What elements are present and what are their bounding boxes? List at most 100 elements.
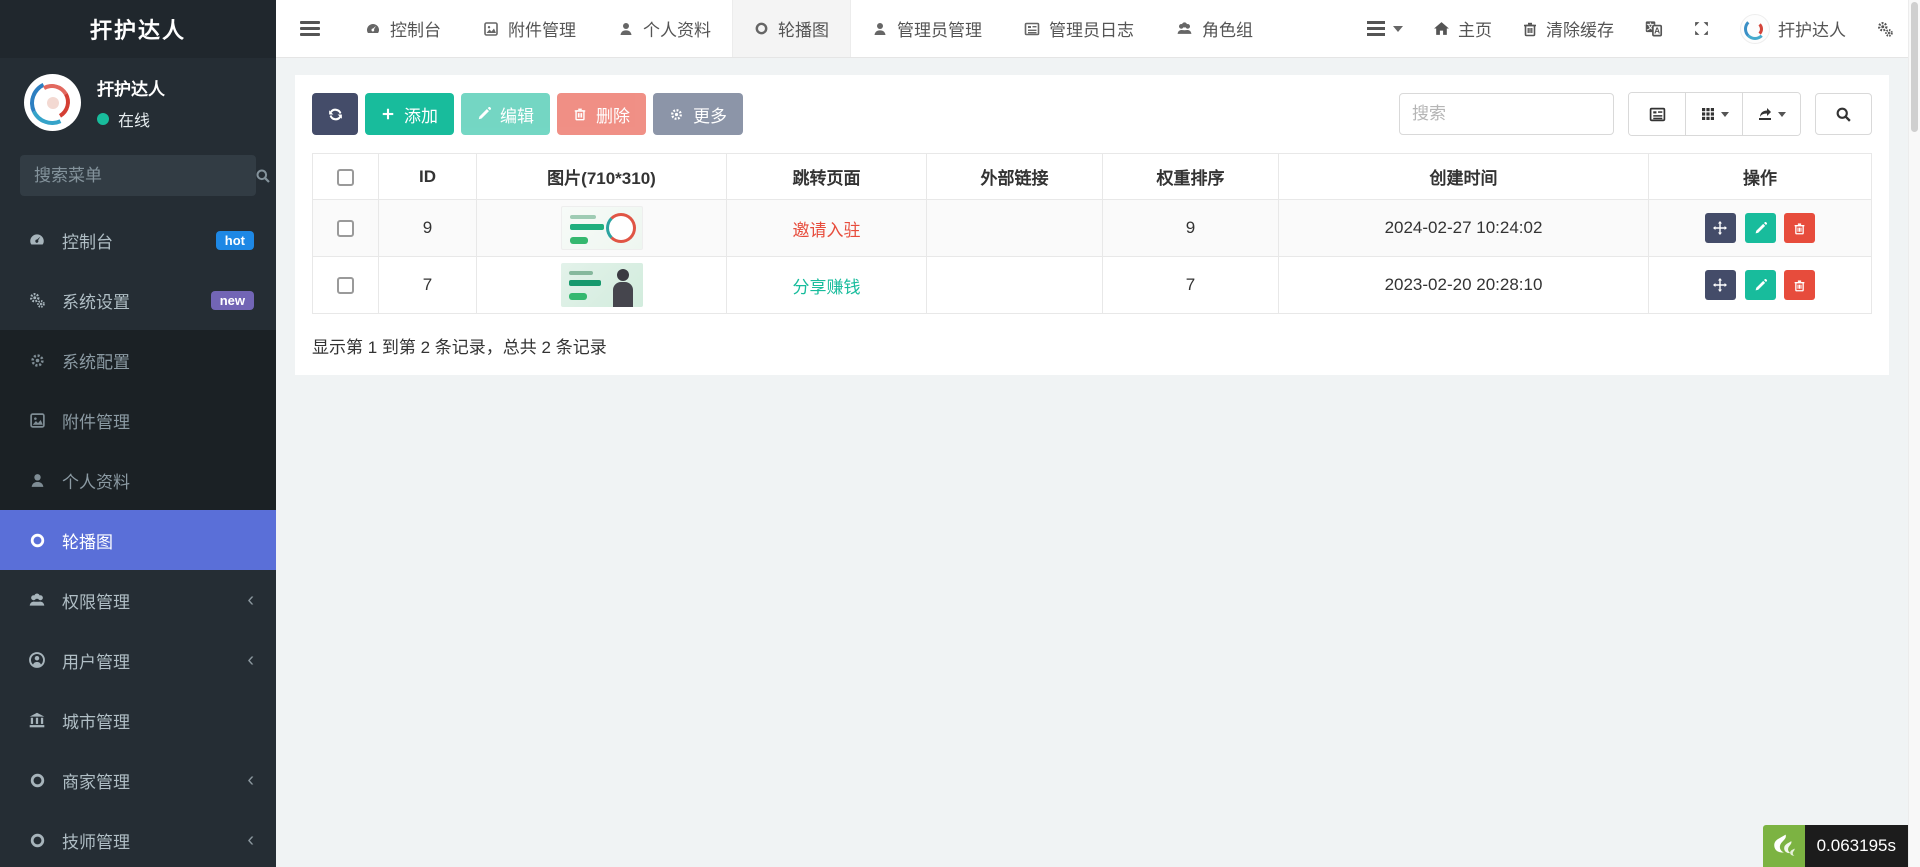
sidebar: 扞护达人 扞护达人 在线 控制台 hot 系统设置 new 系统配置 附件管理 bbox=[0, 0, 276, 867]
sidebar-item-profile[interactable]: 个人资料 bbox=[0, 450, 276, 510]
col-id: ID bbox=[379, 154, 477, 200]
chevron-left-icon: ‹ bbox=[247, 770, 254, 790]
more-button[interactable]: 更多 bbox=[653, 93, 743, 135]
row-checkbox[interactable] bbox=[337, 277, 354, 294]
caret-down-icon bbox=[1778, 112, 1786, 117]
circle-icon bbox=[22, 832, 52, 849]
search-submit-button[interactable] bbox=[1815, 93, 1872, 135]
home-link[interactable]: 主页 bbox=[1433, 16, 1492, 41]
move-icon bbox=[1713, 278, 1727, 292]
row-delete-button[interactable] bbox=[1784, 213, 1815, 243]
delete-button[interactable]: 删除 bbox=[557, 93, 646, 135]
sidebar-item-system-settings[interactable]: 系统设置 new bbox=[0, 270, 276, 330]
users-icon bbox=[22, 591, 52, 609]
scrollbar-thumb[interactable] bbox=[1911, 2, 1918, 132]
add-button[interactable]: 添加 bbox=[365, 93, 454, 135]
pencil-icon bbox=[1754, 222, 1767, 235]
sidebar-item-city-management[interactable]: 城市管理 bbox=[0, 690, 276, 750]
banner-thumbnail[interactable] bbox=[561, 206, 643, 250]
debug-bar: 0.063195s bbox=[1763, 825, 1908, 867]
menu-search bbox=[20, 155, 256, 196]
clear-cache-button[interactable]: 清除缓存 bbox=[1522, 16, 1614, 41]
sidebar-item-label: 系统配置 bbox=[62, 348, 130, 373]
sidebar-toggle-button[interactable] bbox=[276, 0, 344, 57]
sidebar-item-merchant-management[interactable]: 商家管理 ‹ bbox=[0, 750, 276, 810]
carousel-panel: 添加 编辑 删除 更多 ID 图片(710*310) bbox=[295, 75, 1889, 375]
sidebar-item-label: 系统设置 bbox=[62, 288, 130, 313]
account-name: 扞护达人 bbox=[1778, 16, 1846, 41]
sidebar-item-attachments[interactable]: 附件管理 bbox=[0, 390, 276, 450]
edit-button[interactable]: 编辑 bbox=[461, 93, 550, 135]
tab-attachments[interactable]: 附件管理 bbox=[462, 0, 597, 57]
circle-icon bbox=[754, 21, 769, 36]
gear-icon bbox=[22, 352, 52, 369]
avatar[interactable] bbox=[24, 74, 81, 131]
language-switch-button[interactable] bbox=[1644, 19, 1663, 38]
file-image-icon bbox=[22, 412, 52, 429]
list-view-icon bbox=[1649, 106, 1666, 123]
cell-weight: 7 bbox=[1103, 257, 1279, 314]
fullscreen-button[interactable] bbox=[1693, 20, 1710, 37]
sidebar-item-permissions[interactable]: 权限管理 ‹ bbox=[0, 570, 276, 630]
settings-button[interactable] bbox=[1876, 20, 1894, 38]
row-edit-button[interactable] bbox=[1745, 213, 1776, 243]
tab-admin-log[interactable]: 管理员日志 bbox=[1003, 0, 1155, 57]
row-edit-button[interactable] bbox=[1745, 270, 1776, 300]
sidebar-item-label: 技师管理 bbox=[62, 828, 130, 853]
sidebar-item-label: 用户管理 bbox=[62, 648, 130, 673]
top-nav: 控制台 附件管理 个人资料 轮播图 管理员管理 管理员日志 角色组 主页 清除缓… bbox=[276, 0, 1920, 58]
circle-icon bbox=[22, 532, 52, 549]
columns-button[interactable] bbox=[1686, 93, 1743, 135]
carousel-table: ID 图片(710*310) 跳转页面 外部链接 权重排序 创建时间 操作 9 … bbox=[312, 153, 1872, 314]
row-delete-button[interactable] bbox=[1784, 270, 1815, 300]
caret-down-icon bbox=[1393, 26, 1403, 32]
col-weight: 权重排序 bbox=[1103, 154, 1279, 200]
users-icon bbox=[1176, 20, 1193, 37]
tab-dashboard[interactable]: 控制台 bbox=[344, 0, 462, 57]
sidebar-item-dashboard[interactable]: 控制台 hot bbox=[0, 210, 276, 270]
jump-page-link[interactable]: 分享赚钱 bbox=[793, 278, 861, 297]
trash-icon bbox=[1522, 21, 1538, 37]
online-dot-icon bbox=[97, 113, 109, 125]
sidebar-item-label: 权限管理 bbox=[62, 588, 130, 613]
pagination-summary: 显示第 1 到第 2 条记录，总共 2 条记录 bbox=[312, 333, 1872, 358]
table-search-input[interactable] bbox=[1399, 93, 1614, 135]
user-icon bbox=[872, 21, 888, 37]
page-scrollbar[interactable] bbox=[1908, 0, 1920, 867]
new-badge: new bbox=[211, 291, 254, 310]
user-icon bbox=[22, 472, 52, 489]
banner-thumbnail[interactable] bbox=[561, 263, 643, 307]
content-area: 添加 编辑 删除 更多 ID 图片(710*310) bbox=[276, 58, 1908, 867]
list-icon bbox=[1024, 21, 1040, 37]
tab-profile[interactable]: 个人资料 bbox=[597, 0, 732, 57]
select-all-checkbox[interactable] bbox=[337, 169, 354, 186]
table-header-row: ID 图片(710*310) 跳转页面 外部链接 权重排序 创建时间 操作 bbox=[313, 154, 1872, 200]
sidebar-item-label: 城市管理 bbox=[62, 708, 130, 733]
menu-search-input[interactable] bbox=[34, 166, 255, 186]
thinkphp-logo-icon[interactable] bbox=[1763, 825, 1805, 867]
sidebar-item-user-management[interactable]: 用户管理 ‹ bbox=[0, 630, 276, 690]
sidebar-item-carousel[interactable]: 轮播图 bbox=[0, 510, 276, 570]
grid-columns-icon bbox=[1700, 106, 1716, 122]
trash-icon bbox=[573, 107, 587, 121]
drag-sort-button[interactable] bbox=[1705, 213, 1736, 243]
pencil-icon bbox=[1754, 279, 1767, 292]
sidebar-item-label: 控制台 bbox=[62, 228, 113, 253]
pencil-icon bbox=[477, 107, 491, 121]
row-checkbox[interactable] bbox=[337, 220, 354, 237]
search-icon bbox=[1835, 106, 1852, 123]
drag-sort-button[interactable] bbox=[1705, 270, 1736, 300]
tab-admin-management[interactable]: 管理员管理 bbox=[851, 0, 1003, 57]
sidebar-item-system-config[interactable]: 系统配置 bbox=[0, 330, 276, 390]
jump-page-link[interactable]: 邀请入驻 bbox=[793, 221, 861, 240]
tab-role-group[interactable]: 角色组 bbox=[1155, 0, 1274, 57]
col-jump-page: 跳转页面 bbox=[727, 154, 927, 200]
move-icon bbox=[1713, 221, 1727, 235]
sidebar-item-technician-management[interactable]: 技师管理 ‹ bbox=[0, 810, 276, 867]
export-button[interactable] bbox=[1743, 93, 1800, 135]
detail-view-button[interactable] bbox=[1629, 93, 1686, 135]
tab-carousel[interactable]: 轮播图 bbox=[732, 0, 851, 57]
tabs-list-dropdown[interactable] bbox=[1367, 18, 1403, 39]
refresh-button[interactable] bbox=[312, 93, 358, 135]
account-menu[interactable]: 扞护达人 bbox=[1740, 14, 1846, 44]
